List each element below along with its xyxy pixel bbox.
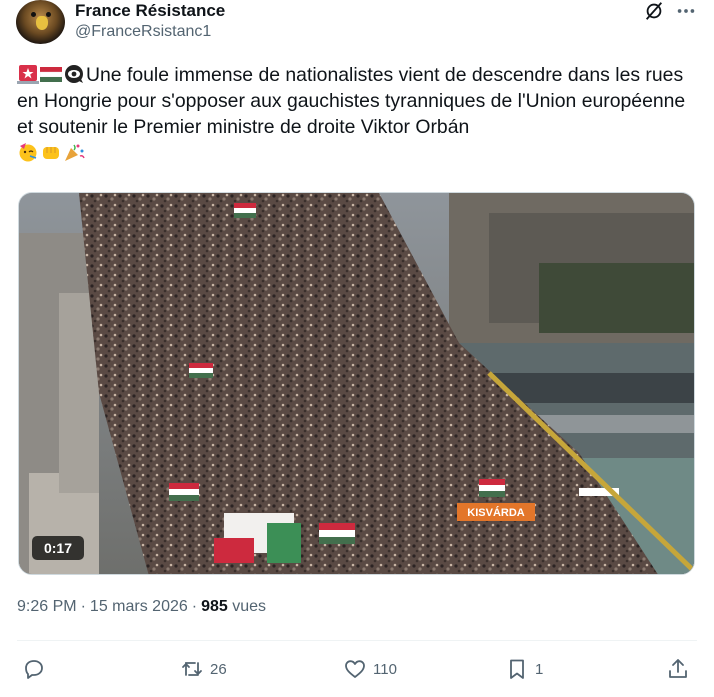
avatar-eye [46,12,51,17]
views-count: 985 [201,598,228,615]
tweet-meta: 9:26 PM · 15 mars 2026 · 985 vues [17,598,267,615]
avatar-eye [31,12,36,17]
views-label: vues [232,598,267,615]
more-options-icon[interactable] [675,0,697,22]
kisvarda-banner-text: KISVÁRDA [467,506,525,519]
siren-emoji [17,65,39,84]
like-count: 110 [373,660,397,678]
bookmark-count: 1 [535,660,544,678]
grok-icon[interactable] [643,0,665,22]
avatar-beak [36,16,48,30]
tweet-time[interactable]: 9:26 PM [17,598,77,615]
bookmark-button[interactable]: 1 [505,656,543,682]
tweet-text: Une foule immense de nationalistes vient… [17,62,702,166]
video-player[interactable]: KISVÁRDA [18,192,695,575]
bookmark-icon [510,659,524,679]
hungary-flag-emoji [40,67,62,82]
divider [17,640,697,641]
eye-speech-bubble-emoji [65,65,83,83]
tweet-body-text: Une foule immense de nationalistes vient… [17,64,686,138]
party-popper-emoji [65,144,85,161]
retweet-button[interactable]: 26 [180,656,227,682]
author-display-name[interactable]: France Résistance [75,1,225,21]
tweet-date[interactable]: 15 mars 2026 [90,598,188,615]
crowd-video-frame: KISVÁRDA [19,193,694,574]
author-handle[interactable]: @FranceRsistanc1 [75,23,211,41]
video-duration-badge: 0:17 [32,536,84,560]
avatar[interactable] [16,0,65,44]
heart-icon [345,660,365,678]
like-button[interactable]: 110 [343,656,397,682]
reply-icon [25,660,43,679]
retweet-icon [182,662,202,676]
retweet-count: 26 [210,660,227,678]
share-button[interactable] [666,656,690,682]
partying-face-emoji [19,143,37,162]
share-icon [669,659,687,678]
reply-button[interactable] [22,656,52,682]
fist-emoji [43,147,59,159]
